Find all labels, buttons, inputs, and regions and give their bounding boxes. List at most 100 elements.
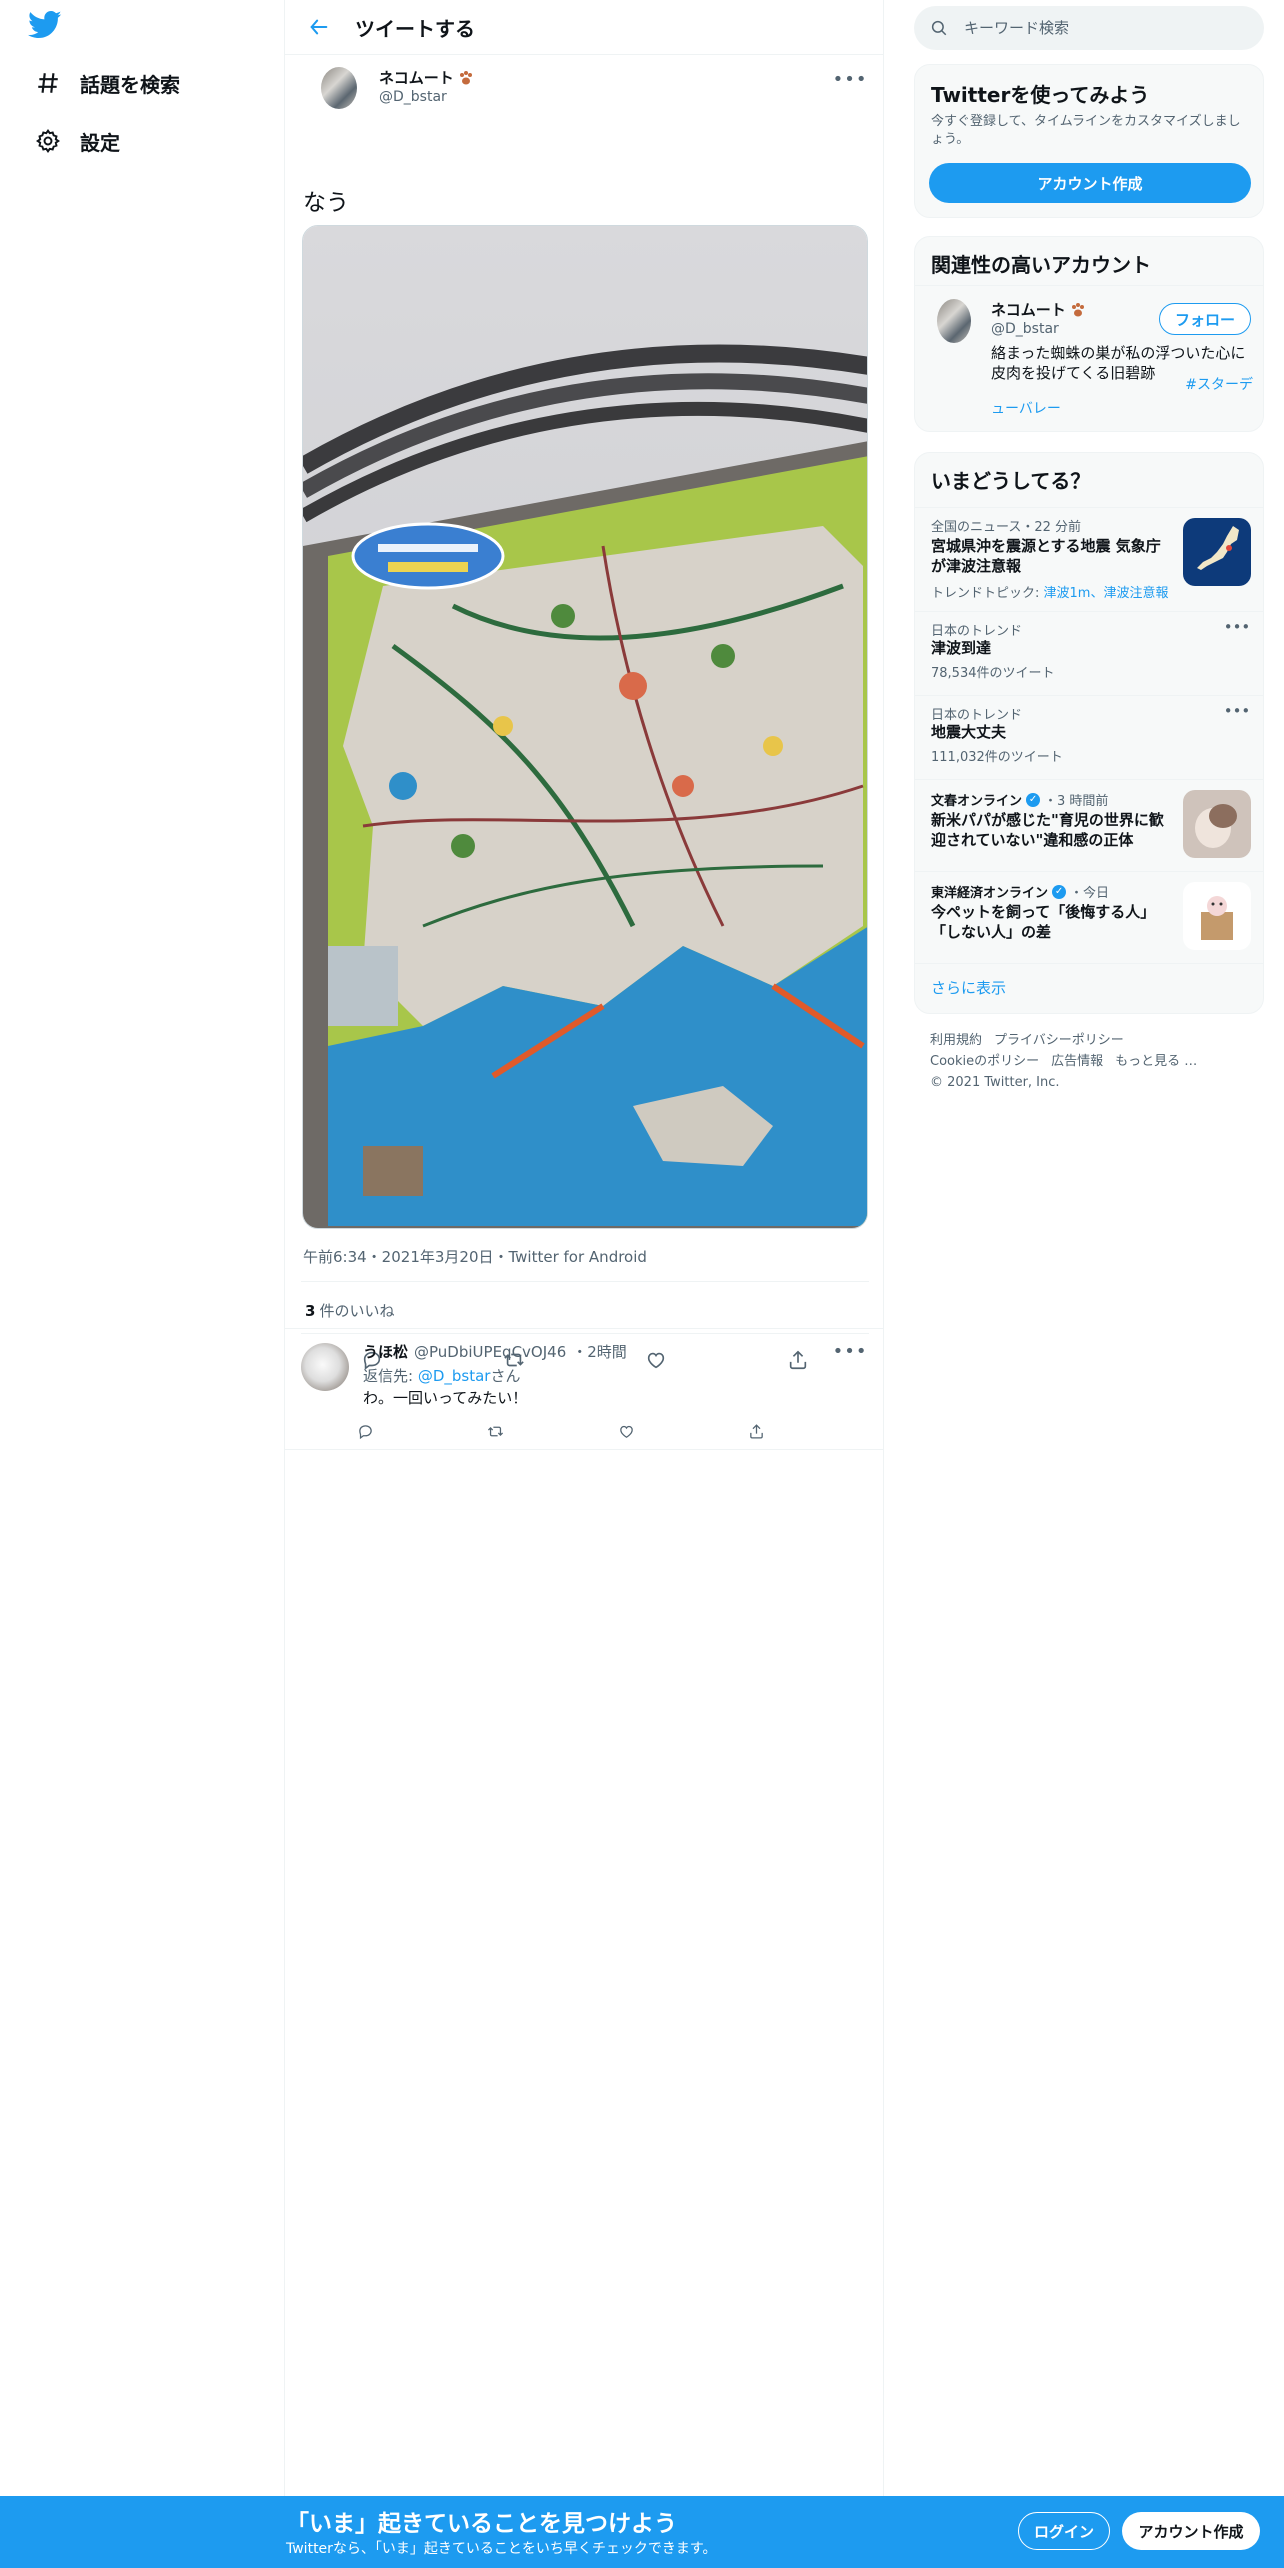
author-name[interactable]: ネコムート: [379, 67, 474, 88]
trend-category: 日本のトレンド: [931, 708, 1023, 723]
banner-subtitle: Twitterなら、「いま」起きていることをいち早くチェックできます。: [286, 2541, 717, 2557]
trend-topic-links[interactable]: 津波1m、津波注意報: [1044, 586, 1169, 601]
like-heart-icon[interactable]: [612, 1417, 640, 1445]
twitter-logo-icon[interactable]: [28, 10, 66, 48]
likes-count[interactable]: 3 件のいいね: [305, 1300, 394, 1321]
signup-promo-desc: 今すぐ登録して、タイムラインをカスタマイズしましょう。: [931, 114, 1241, 147]
reply-author-name[interactable]: うほ松: [363, 1341, 408, 1362]
reply-actions: [351, 1417, 771, 1445]
paw-emoji-icon: [1071, 302, 1084, 316]
bottom-signup-banner: 「いま」起きていることを見つけよう Twitterなら、「いま」起きていることを…: [0, 2496, 1284, 2568]
reply-author-handle[interactable]: @PuDbiUPEqCvOJ46: [414, 1343, 566, 1361]
trend-item-news[interactable]: 全国のニュース・22 分前 宮城県沖を震源とする地震 気象庁が津波注意報 トレン…: [915, 507, 1263, 611]
banner-title: 「いま」起きていることを見つけよう: [286, 2511, 677, 2537]
reply-text: わ。一回いってみたい！: [363, 1389, 528, 1407]
tweet-photo[interactable]: [302, 225, 868, 1229]
signup-promo-title: Twitterを使ってみよう: [931, 83, 1150, 107]
retweet-icon[interactable]: [482, 1417, 510, 1445]
trends-title: いまどうしてる？: [931, 469, 1091, 493]
author-name-text: ネコムート: [379, 69, 454, 87]
signup-promo-card: Twitterを使ってみよう 今すぐ登録して、タイムラインをカスタマイズしましょ…: [914, 64, 1264, 218]
search-box[interactable]: [914, 6, 1264, 50]
article-source-name: 文春オンライン: [931, 794, 1023, 809]
likes-label: 件のいいね: [319, 1302, 395, 1320]
trend-item-2[interactable]: 日本のトレンド 津波到達 78,534件のツイート •••: [915, 611, 1263, 695]
create-account-button[interactable]: アカウント作成: [929, 163, 1251, 203]
pet-illustration-thumbnail: [1183, 882, 1251, 950]
article-time: ・3 時間前: [1044, 794, 1109, 809]
article-source: 東洋経済オンライン ✓ ・今日: [931, 882, 1109, 901]
trend-title: 地震大丈夫: [931, 723, 1007, 741]
reply-time[interactable]: ・2時間: [572, 1341, 627, 1362]
trend-thumbnail: [1183, 518, 1251, 586]
trend-more-icon[interactable]: •••: [1224, 618, 1251, 638]
article-thumbnail: [1183, 790, 1251, 858]
bio-hashtag-continuation[interactable]: ューバレー: [991, 401, 1061, 417]
trend-item-article-2[interactable]: 東洋経済オンライン ✓ ・今日 今ペットを飼って「後悔する人」「しない人」の差: [915, 871, 1263, 963]
more-options-icon[interactable]: •••: [833, 67, 867, 91]
reply-to-link[interactable]: @D_bstar: [418, 1367, 491, 1385]
author-handle[interactable]: @D_bstar: [379, 89, 447, 105]
page-title: ツイートする: [355, 16, 475, 41]
article-title: 今ペットを飼って「後悔する人」「しない人」の差: [931, 903, 1156, 941]
verified-badge-icon: ✓: [1026, 792, 1041, 807]
trend-topics: トレンドトピック: 津波1m、津波注意報: [931, 582, 1168, 601]
search-icon: [930, 17, 952, 39]
signup-button[interactable]: アカウント作成: [1122, 2512, 1260, 2550]
trend-item-article-1[interactable]: 文春オンライン ✓ ・3 時間前 新米パパが感じた"育児の世界に歓迎されていない…: [915, 779, 1263, 871]
reply-avatar[interactable]: [301, 1343, 349, 1391]
tweet-author: ネコムート @D_bstar: [301, 55, 867, 113]
hashtag-icon: [26, 61, 70, 105]
trend-title: 宮城県沖を震源とする地震 気象庁が津波注意報: [931, 537, 1161, 575]
footer-link-terms[interactable]: 利用規約: [930, 1033, 982, 1048]
reply-icon[interactable]: [351, 1417, 379, 1445]
relevant-account-name-text: ネコムート: [991, 301, 1066, 319]
nav-settings[interactable]: 設定: [26, 116, 120, 166]
japan-map-thumbnail: [1183, 518, 1251, 586]
main-tweet: ネコムート @D_bstar ••• なう 午前6:34・2021年3月20日・…: [285, 55, 883, 1370]
baby-photo-thumbnail: [1183, 790, 1251, 858]
trend-category: 全国のニュース・22 分前: [931, 520, 1082, 535]
author-avatar[interactable]: [321, 67, 357, 109]
trend-more-icon[interactable]: •••: [1224, 702, 1251, 722]
article-source-name: 東洋経済オンライン: [931, 886, 1049, 901]
likes-number: 3: [305, 1302, 316, 1320]
relevant-accounts-card: 関連性の高いアカウント ネコムート @D_bstar フォロー 絡まった蜘蛛の巣…: [914, 236, 1264, 432]
share-icon[interactable]: [743, 1417, 771, 1445]
footer-link-cookies[interactable]: Cookieのポリシー: [930, 1054, 1039, 1069]
relevant-account-bio-extra: #スターデ ューバレー: [991, 377, 1253, 419]
follow-button[interactable]: フォロー: [1159, 303, 1251, 335]
relevant-account-avatar[interactable]: [937, 299, 971, 343]
map-signboard-image: [303, 226, 867, 1228]
footer-link-more[interactable]: もっと見る …: [1115, 1054, 1197, 1069]
relevant-accounts-title: 関連性の高いアカウント: [931, 253, 1151, 277]
trend-tweet-count: 78,534件のツイート: [931, 666, 1055, 681]
main-column: ツイートする ネコムート @D_bstar ••• なう 午前6:34・2021…: [284, 0, 884, 2568]
back-arrow-icon[interactable]: [291, 0, 347, 55]
footer-link-ads[interactable]: 広告情報: [1051, 1054, 1103, 1069]
reply-to-suffix: さん: [490, 1367, 521, 1385]
bio-hashtag-link[interactable]: #スターデ: [1185, 375, 1253, 395]
show-more-link[interactable]: さらに表示: [931, 977, 1006, 998]
trend-item-3[interactable]: 日本のトレンド 地震大丈夫 111,032件のツイート •••: [915, 695, 1263, 779]
tweet-timestamp[interactable]: 午前6:34・2021年3月20日・Twitter for Android: [303, 1246, 647, 1267]
tweet-text: なう: [303, 190, 349, 216]
reply-tweet[interactable]: うほ松 @PuDbiUPEqCvOJ46 ・2時間 ••• 返信先: @D_bs…: [285, 1328, 883, 1450]
gear-icon: [26, 119, 70, 163]
footer-copyright: © 2021 Twitter, Inc.: [930, 1075, 1060, 1090]
left-navigation: 話題を検索 設定: [0, 0, 284, 2568]
relevant-account-handle[interactable]: @D_bstar: [991, 321, 1059, 337]
nav-explore-label: 話題を検索: [80, 72, 180, 97]
article-title: 新米パパが感じた"育児の世界に歓迎されていない"違和感の正体: [931, 811, 1164, 849]
article-source: 文春オンライン ✓ ・3 時間前: [931, 790, 1108, 809]
trend-tweet-count: 111,032件のツイート: [931, 750, 1063, 765]
page-header: ツイートする: [285, 0, 883, 55]
login-button[interactable]: ログイン: [1018, 2512, 1110, 2550]
trend-title: 津波到達: [931, 639, 992, 657]
relevant-account-name[interactable]: ネコムート: [991, 299, 1086, 320]
footer-link-privacy[interactable]: プライバシーポリシー: [994, 1033, 1124, 1048]
reply-more-options-icon[interactable]: •••: [833, 1339, 867, 1363]
search-input[interactable]: [964, 19, 1244, 37]
reply-to-prefix: 返信先:: [363, 1367, 418, 1385]
nav-explore[interactable]: 話題を検索: [26, 58, 180, 108]
